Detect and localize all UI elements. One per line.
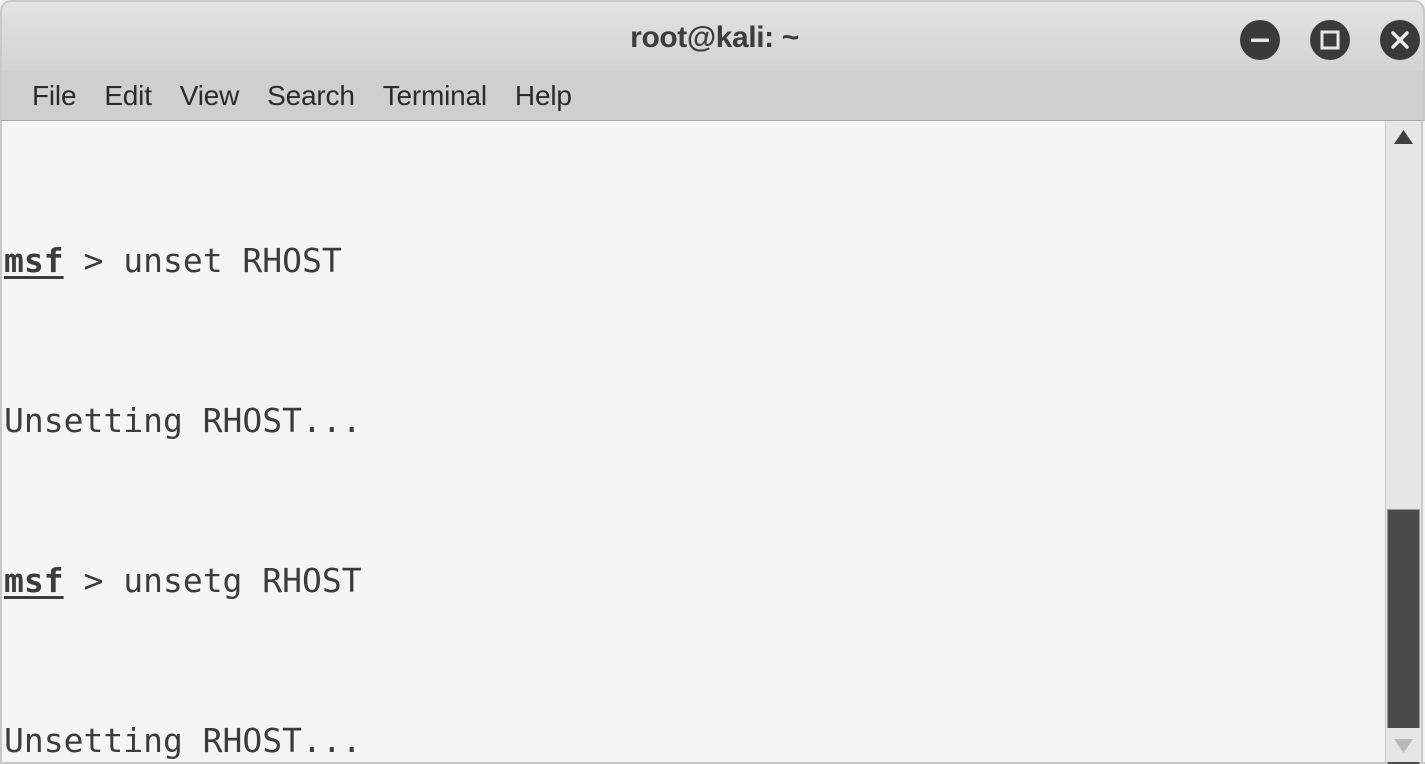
scroll-up-icon (1394, 130, 1413, 144)
minimize-button[interactable] (1240, 20, 1280, 60)
command-text: unset RHOST (123, 241, 342, 280)
shell-prompt: msf (4, 241, 64, 280)
scroll-down-button[interactable] (1386, 728, 1421, 762)
vertical-scrollbar[interactable] (1385, 121, 1423, 764)
close-button[interactable] (1380, 20, 1420, 60)
terminal-line: msf > unset RHOST (4, 241, 1384, 281)
minimize-icon (1251, 38, 1269, 42)
terminal-window: root@kali: ~ File Edit View Search Termi… (0, 0, 1425, 764)
prompt-separator: > (63, 241, 124, 280)
terminal-screen[interactable]: msf > unset RHOST Unsetting RHOST... msf… (4, 121, 1384, 762)
maximize-icon (1320, 30, 1340, 50)
close-icon (1391, 31, 1409, 49)
terminal-line: Unsetting RHOST... (4, 401, 1384, 441)
menu-item-terminal[interactable]: Terminal (369, 80, 501, 112)
output-text: Unsetting RHOST... (4, 721, 362, 760)
menu-bar: File Edit View Search Terminal Help (0, 71, 1425, 121)
window-title: root@kali: ~ (630, 21, 799, 54)
title-bar[interactable]: root@kali: ~ (0, 0, 1425, 71)
scrollbar-thumb[interactable] (1387, 509, 1420, 764)
terminal-body[interactable]: msf > unset RHOST Unsetting RHOST... msf… (0, 121, 1425, 764)
menu-item-help[interactable]: Help (501, 80, 586, 112)
scrollbar-trough[interactable] (1386, 155, 1421, 764)
menu-item-edit[interactable]: Edit (90, 80, 165, 112)
scroll-down-icon (1394, 739, 1413, 753)
terminal-line: msf > unsetg RHOST (4, 561, 1384, 601)
menu-item-view[interactable]: View (166, 80, 253, 112)
menu-item-search[interactable]: Search (253, 80, 369, 112)
maximize-button[interactable] (1310, 20, 1350, 60)
scroll-up-button[interactable] (1386, 121, 1421, 155)
output-text: Unsetting RHOST... (4, 401, 362, 440)
shell-prompt: msf (4, 561, 64, 600)
menu-item-file[interactable]: File (18, 80, 90, 112)
terminal-line: Unsetting RHOST... (4, 721, 1384, 761)
prompt-separator: > (63, 561, 124, 600)
command-text: unsetg RHOST (123, 561, 362, 600)
